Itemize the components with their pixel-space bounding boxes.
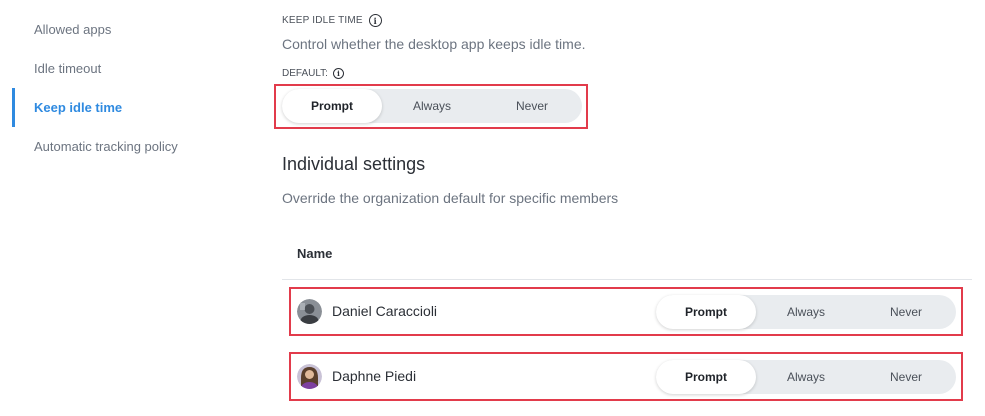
sidebar-item-automatic-tracking-policy[interactable]: Automatic tracking policy [12,127,252,166]
member-option-prompt[interactable]: Prompt [656,360,756,394]
avatar [297,299,322,324]
sidebar-item-idle-timeout[interactable]: Idle timeout [12,49,252,88]
avatar [297,364,322,389]
sidebar-item-keep-idle-time[interactable]: Keep idle time [12,88,252,127]
info-icon[interactable]: i [332,68,344,79]
default-option-prompt[interactable]: Prompt [282,89,382,123]
section-description: Control whether the desktop app keeps id… [282,36,586,52]
default-label-text: DEFAULT: [282,68,328,79]
column-header-name[interactable]: Name [297,246,332,261]
member-segmented-control: Prompt Always Never [656,295,956,329]
default-option-never[interactable]: Never [482,89,582,123]
section-heading-label: KEEP IDLE TIME [282,15,363,26]
individual-settings-title: Individual settings [282,154,426,174]
info-icon[interactable]: i [368,14,382,27]
member-name: Daphne Piedi [332,368,417,384]
member-option-prompt[interactable]: Prompt [656,295,756,329]
settings-sidebar: Allowed apps Idle timeout Keep idle time… [0,0,260,416]
member-option-always[interactable]: Always [756,295,856,329]
member-segmented-control: Prompt Always Never [656,360,956,394]
default-segmented-control: Prompt Always Never [282,89,582,123]
member-option-never[interactable]: Never [856,295,956,329]
default-label: DEFAULT: i [282,68,344,79]
member-row: Daniel Caraccioli Prompt Always Never [289,287,963,336]
individual-settings-description: Override the organization default for sp… [282,190,619,206]
settings-main: KEEP IDLE TIME i Control whether the des… [274,0,982,416]
table-header: Name [282,232,972,280]
sidebar-item-allowed-apps[interactable]: Allowed apps [12,10,252,49]
section-heading: KEEP IDLE TIME i [282,14,382,27]
member-option-always[interactable]: Always [756,360,856,394]
member-option-never[interactable]: Never [856,360,956,394]
member-row: Daphne Piedi Prompt Always Never [289,352,963,401]
member-name: Daniel Caraccioli [332,303,438,319]
default-option-always[interactable]: Always [382,89,482,123]
